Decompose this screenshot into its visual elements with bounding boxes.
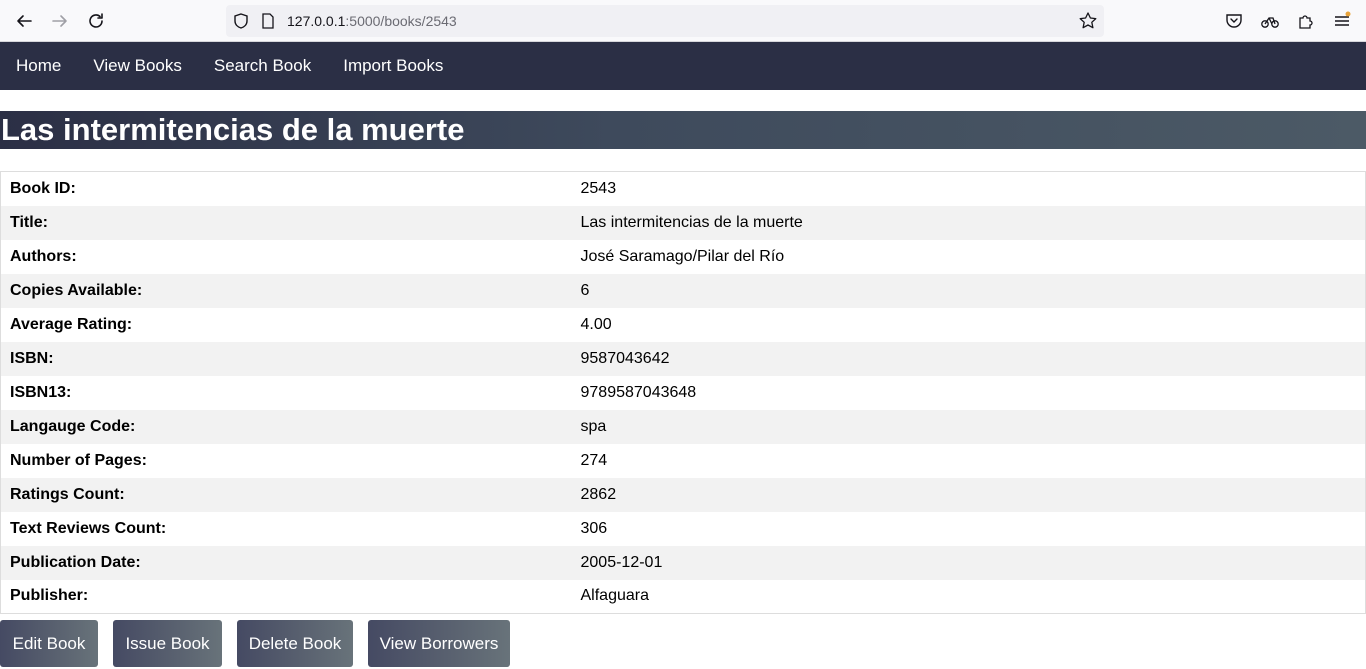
field-value: 2005-12-01 (580, 553, 663, 571)
field-label: Book ID: (10, 179, 76, 197)
forward-icon[interactable] (48, 9, 72, 33)
field-label: Langauge Code: (10, 417, 136, 435)
field-label: Ratings Count: (10, 485, 125, 503)
field-value: 306 (580, 519, 608, 537)
browser-toolbar: 127.0.0.1:5000/books/2543 (0, 0, 1366, 42)
field-value: 2543 (580, 179, 617, 197)
table-row: Title: Las intermitencias de la muerte (0, 205, 1366, 240)
table-row: Publication Date: 2005-12-01 (0, 545, 1366, 580)
edit-book-button[interactable]: Edit Book (0, 620, 98, 667)
field-value: 9789587043648 (580, 383, 697, 401)
table-row: Text Reviews Count: 306 (1, 512, 1366, 546)
table-row: Ratings Count: 2862 (0, 477, 1366, 512)
url-host: 127.0.0.1 (287, 13, 346, 29)
field-label: Text Reviews Count: (10, 519, 167, 537)
field-value: José Saramago/Pilar del Río (580, 247, 785, 265)
field-value: 6 (580, 281, 590, 299)
page-icon (262, 13, 274, 29)
url-path: :5000/books/2543 (345, 13, 457, 29)
sync-icon[interactable] (1260, 11, 1280, 31)
nav-import-books[interactable]: Import Books (327, 42, 459, 90)
field-value: 9587043642 (580, 349, 670, 367)
field-label: Authors: (10, 247, 77, 265)
field-value: Las intermitencias de la muerte (580, 213, 803, 231)
pocket-icon[interactable] (1224, 11, 1244, 31)
table-row: Average Rating: 4.00 (1, 308, 1366, 342)
table-row: Publisher: Alfaguara (1, 580, 1366, 614)
back-icon[interactable] (12, 9, 36, 33)
field-label: Average Rating: (10, 315, 133, 333)
field-value: 274 (580, 451, 608, 469)
table-row: Book ID: 2543 (1, 172, 1366, 206)
shield-icon[interactable] (232, 12, 250, 30)
table-row: Authors: José Saramago/Pilar del Río (1, 240, 1366, 274)
field-label: Copies Available: (10, 281, 143, 299)
field-label: Number of Pages: (10, 451, 147, 469)
nav-view-books[interactable]: View Books (77, 42, 198, 90)
view-borrowers-button[interactable]: View Borrowers (368, 620, 510, 667)
table-row: Number of Pages: 274 (1, 444, 1366, 478)
field-value: 2862 (580, 485, 617, 503)
field-label: Publisher: (10, 587, 89, 605)
book-detail-table: Book ID: 2543 Title: Las intermitencias de… (0, 171, 1366, 614)
extensions-icon[interactable] (1296, 11, 1316, 31)
field-label: ISBN13: (10, 383, 72, 401)
issue-book-button[interactable]: Issue Book (113, 620, 222, 667)
field-label: Publication Date: (10, 553, 141, 571)
table-row: Copies Available: 6 (0, 273, 1366, 308)
title-banner: Las intermitencias de la muerte (0, 111, 1366, 149)
table-row: ISBN13: 9789587043648 (1, 376, 1366, 410)
delete-book-button[interactable]: Delete Book (237, 620, 353, 667)
field-value: 4.00 (580, 315, 612, 333)
page-title: Las intermitencias de la muerte (1, 112, 465, 147)
address-bar[interactable]: 127.0.0.1:5000/books/2543 (226, 5, 1104, 37)
field-value: Alfaguara (580, 587, 650, 605)
field-label: ISBN: (10, 349, 54, 367)
menu-icon[interactable] (1332, 11, 1352, 31)
bookmark-star-icon[interactable] (1078, 11, 1098, 31)
nav-search-book[interactable]: Search Book (198, 42, 327, 90)
main-nav: Home View Books Search Book Import Books (0, 42, 1366, 90)
reload-icon[interactable] (84, 9, 108, 33)
field-value: spa (580, 417, 607, 435)
nav-home[interactable]: Home (0, 42, 77, 90)
table-row: ISBN: 9587043642 (0, 341, 1366, 376)
url-text[interactable]: 127.0.0.1:5000/books/2543 (287, 13, 457, 29)
field-label: Title: (10, 213, 48, 231)
table-row: Langauge Code: spa (0, 409, 1366, 444)
